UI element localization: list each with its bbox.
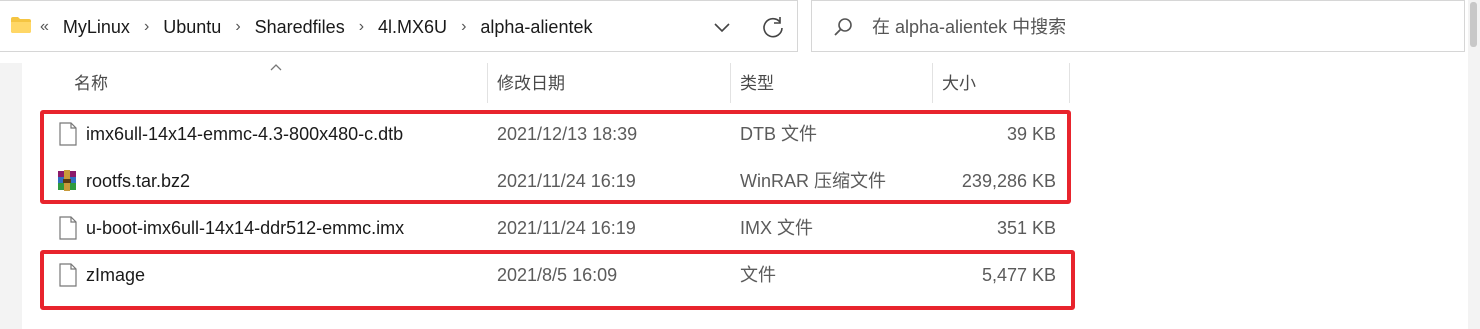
breadcrumb-item-imx6u[interactable]: 4l.MX6U: [378, 17, 447, 38]
column-divider[interactable]: [932, 63, 933, 103]
search-box[interactable]: 在 alpha-alientek 中搜索: [811, 0, 1465, 52]
file-name: u-boot-imx6ull-14x14-ddr512-emmc.imx: [86, 218, 405, 238]
file-type: IMX 文件: [740, 218, 814, 238]
file-size: 5,477 KB: [981, 265, 1056, 285]
column-divider[interactable]: [487, 63, 488, 103]
scrollbar-thumb[interactable]: [1470, 2, 1477, 47]
chevron-down-icon[interactable]: [710, 15, 734, 39]
sort-ascending-icon: [270, 64, 282, 71]
column-divider[interactable]: [1069, 63, 1070, 103]
breadcrumb-overflow-button[interactable]: «: [40, 18, 49, 36]
breadcrumb-item-sharedfiles[interactable]: Sharedfiles: [255, 17, 345, 38]
column-header-size[interactable]: 大小: [942, 63, 976, 103]
search-input[interactable]: 在 alpha-alientek 中搜索: [872, 1, 1066, 53]
breadcrumb: « MyLinux › Ubuntu › Sharedfiles › 4l.MX…: [40, 1, 592, 53]
winrar-icon: [58, 170, 76, 191]
file-size: 39 KB: [1006, 124, 1056, 144]
file-name: imx6ull-14x14-emmc-4.3-800x480-c.dtb: [86, 124, 404, 144]
vertical-scrollbar[interactable]: [1468, 0, 1480, 329]
column-header-type[interactable]: 类型: [740, 63, 774, 103]
file-icon: [59, 216, 77, 240]
breadcrumb-item-alpha-alientek[interactable]: alpha-alientek: [480, 17, 592, 38]
file-type: DTB 文件: [740, 124, 818, 144]
file-type: 文件: [740, 265, 776, 285]
breadcrumb-separator[interactable]: ›: [359, 18, 364, 36]
column-header-date[interactable]: 修改日期: [497, 63, 565, 103]
file-date: 2021/8/5 16:09: [497, 265, 618, 285]
breadcrumb-separator[interactable]: ›: [144, 18, 149, 36]
file-row[interactable]: rootfs.tar.bz2 2021/11/24 16:19 WinRAR 压…: [48, 158, 1070, 204]
file-type: WinRAR 压缩文件: [740, 171, 887, 191]
folder-icon: [11, 17, 31, 33]
breadcrumb-item-ubuntu[interactable]: Ubuntu: [163, 17, 221, 38]
file-date: 2021/11/24 16:19: [497, 171, 636, 191]
file-name: rootfs.tar.bz2: [86, 171, 191, 191]
breadcrumb-separator[interactable]: ›: [461, 18, 466, 36]
file-size: 351 KB: [996, 218, 1056, 238]
breadcrumb-separator[interactable]: ›: [235, 18, 240, 36]
file-row[interactable]: u-boot-imx6ull-14x14-ddr512-emmc.imx 202…: [48, 205, 1070, 251]
refresh-icon[interactable]: [760, 14, 786, 40]
breadcrumb-item-mylinux[interactable]: MyLinux: [63, 17, 130, 38]
file-date: 2021/12/13 18:39: [497, 124, 638, 144]
address-bar[interactable]: « MyLinux › Ubuntu › Sharedfiles › 4l.MX…: [0, 0, 798, 52]
file-icon: [59, 263, 77, 287]
search-icon: [834, 18, 852, 36]
file-row[interactable]: imx6ull-14x14-emmc-4.3-800x480-c.dtb 202…: [48, 111, 1070, 157]
file-date: 2021/11/24 16:19: [497, 218, 636, 238]
file-size: 239,286 KB: [961, 171, 1056, 191]
file-icon: [59, 122, 77, 146]
navigation-pane: [0, 63, 22, 329]
column-divider[interactable]: [730, 63, 731, 103]
file-row[interactable]: zImage 2021/8/5 16:09 文件 5,477 KB: [48, 252, 1070, 298]
file-name: zImage: [86, 265, 146, 285]
column-header-name[interactable]: 名称: [74, 63, 108, 103]
